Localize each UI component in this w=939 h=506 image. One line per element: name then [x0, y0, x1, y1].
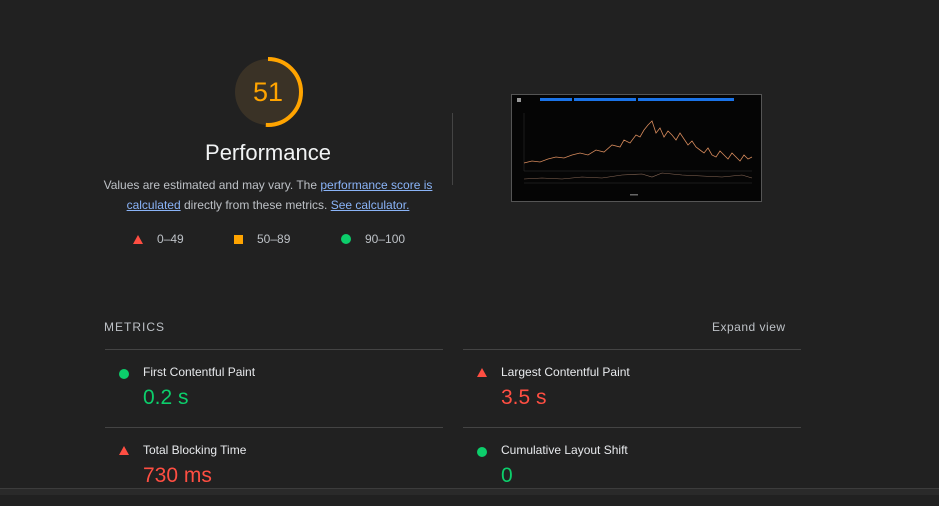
metric-value: 730 ms — [143, 464, 212, 487]
metric-first-contentful-paint: First Contentful Paint 0.2 s — [105, 349, 443, 428]
metric-title: Largest Contentful Paint — [501, 365, 630, 379]
metric-largest-contentful-paint: Largest Contentful Paint 3.5 s — [463, 349, 801, 428]
circle-pass-icon — [341, 234, 351, 244]
bottom-scroll-area — [0, 489, 939, 495]
metric-value: 0 — [501, 464, 513, 487]
legend-item-pass: 90–100 — [341, 232, 405, 246]
description-text-middle: directly from these metrics. — [180, 198, 331, 212]
triangle-fail-icon — [133, 234, 143, 244]
legend-item-fail: 0–49 — [133, 232, 184, 246]
legend-label: 90–100 — [365, 232, 406, 246]
legend-item-average: 50–89 — [234, 232, 290, 246]
expand-view-toggle[interactable]: Expand view — [712, 320, 786, 334]
metric-title: First Contentful Paint — [143, 365, 256, 379]
metric-title: Total Blocking Time — [143, 443, 247, 457]
square-average-icon — [234, 234, 243, 244]
performance-score-value: 51 — [252, 76, 284, 107]
legend-label: 50–89 — [257, 232, 291, 246]
category-title: Performance — [205, 140, 331, 165]
legend-label: 0–49 — [157, 232, 184, 246]
metric-title: Cumulative Layout Shift — [501, 443, 628, 457]
vertical-divider — [452, 113, 453, 185]
category-description: Values are estimated and may vary. The p… — [98, 175, 438, 215]
metric-value: 0.2 s — [143, 386, 189, 409]
metric-value: 3.5 s — [501, 386, 547, 409]
screenshot-image — [512, 95, 761, 201]
circle-pass-icon — [119, 369, 129, 379]
final-screenshot-thumbnail[interactable] — [511, 94, 762, 202]
description-text: Values are estimated and may vary. The — [103, 178, 321, 192]
metrics-section-label: METRICS — [104, 320, 165, 334]
triangle-fail-icon — [477, 368, 487, 377]
see-calculator-link[interactable]: See calculator. — [331, 198, 410, 212]
circle-pass-icon — [477, 447, 487, 457]
triangle-fail-icon — [119, 446, 129, 455]
